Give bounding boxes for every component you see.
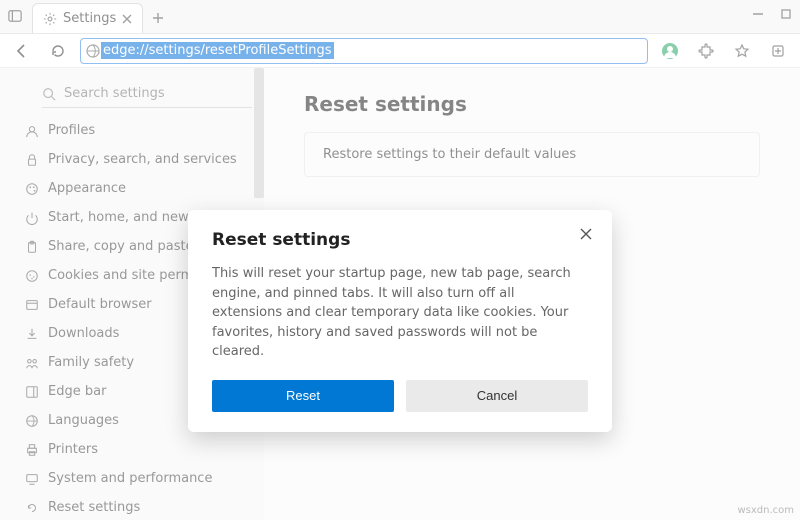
tab-title: Settings <box>63 11 116 26</box>
cancel-button[interactable]: Cancel <box>406 380 588 412</box>
search-placeholder: Search settings <box>64 86 165 101</box>
toolbar: edge://settings/resetProfileSettings <box>0 34 800 68</box>
new-tab-button[interactable] <box>143 3 173 33</box>
titlebar: Settings <box>0 0 800 34</box>
address-bar[interactable]: edge://settings/resetProfileSettings <box>80 38 648 64</box>
download-icon <box>25 327 39 341</box>
profile-avatar-icon <box>661 42 679 60</box>
refresh-button[interactable] <box>44 37 72 65</box>
watermark: wsxdn.com <box>737 505 794 516</box>
dialog-body: This will reset your startup page, new t… <box>212 264 588 362</box>
nav-privacy[interactable]: Privacy, search, and services <box>0 145 264 174</box>
close-tab-icon[interactable] <box>122 14 132 24</box>
collections-icon <box>770 43 786 59</box>
nav-reset[interactable]: Reset settings <box>0 493 264 520</box>
favorites-button[interactable] <box>728 37 756 65</box>
browser-icon <box>25 298 39 312</box>
window-minimize[interactable] <box>744 0 772 28</box>
settings-icon <box>43 12 57 26</box>
cookie-icon <box>25 269 39 283</box>
clipboard-icon <box>25 240 39 254</box>
extensions-button[interactable] <box>692 37 720 65</box>
dialog-close-button[interactable] <box>576 224 596 244</box>
refresh-icon <box>50 43 66 59</box>
star-icon <box>734 43 750 59</box>
system-icon <box>25 472 39 486</box>
nav-system[interactable]: System and performance <box>0 464 264 493</box>
page-title: Reset settings <box>304 92 760 116</box>
dialog-title: Reset settings <box>212 230 588 250</box>
family-icon <box>25 356 39 370</box>
reset-icon <box>25 501 39 515</box>
window-maximize[interactable] <box>772 0 800 28</box>
collections-button[interactable] <box>764 37 792 65</box>
brush-icon <box>25 182 39 196</box>
settings-search[interactable]: Search settings <box>42 80 252 108</box>
sidebar-icon <box>25 385 39 399</box>
printer-icon <box>25 443 39 457</box>
lock-icon <box>25 153 39 167</box>
reset-defaults-card[interactable]: Restore settings to their default values <box>304 132 760 177</box>
back-button[interactable] <box>8 37 36 65</box>
site-identity-icon <box>85 43 101 59</box>
reset-button[interactable]: Reset <box>212 380 394 412</box>
power-icon <box>25 211 39 225</box>
nav-profiles[interactable]: Profiles <box>0 116 264 145</box>
puzzle-icon <box>698 43 714 59</box>
nav-appearance[interactable]: Appearance <box>0 174 264 203</box>
plus-icon <box>152 12 164 24</box>
arrow-left-icon <box>14 43 30 59</box>
profile-button[interactable] <box>656 37 684 65</box>
tab-actions-button[interactable] <box>0 0 30 33</box>
reset-dialog: Reset settings This will reset your star… <box>188 210 612 432</box>
url-text: edge://settings/resetProfileSettings <box>101 42 334 59</box>
search-icon <box>42 87 56 101</box>
profile-icon <box>25 124 39 138</box>
close-icon <box>580 228 592 240</box>
nav-printers[interactable]: Printers <box>0 435 264 464</box>
globe-icon <box>25 414 39 428</box>
panel-icon <box>8 9 22 23</box>
active-tab[interactable]: Settings <box>32 3 143 33</box>
minimize-icon <box>752 8 764 20</box>
maximize-icon <box>780 8 792 20</box>
